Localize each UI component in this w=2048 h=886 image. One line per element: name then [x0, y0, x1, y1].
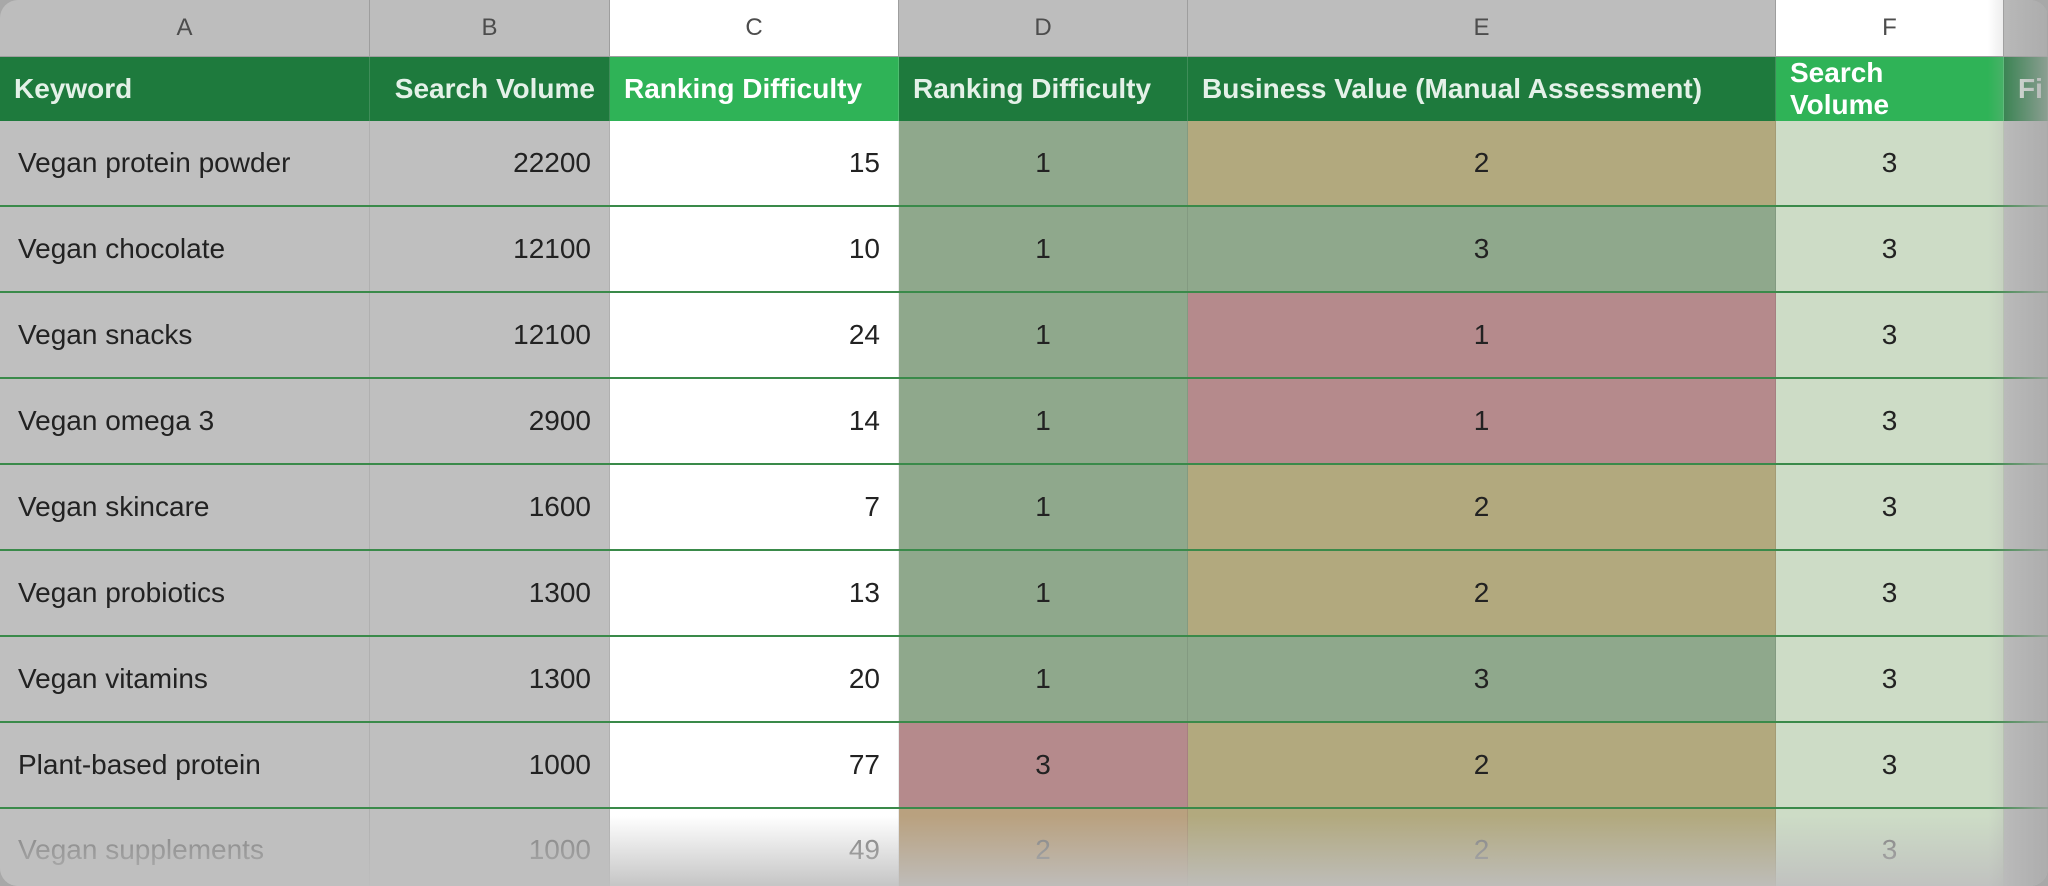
table-row: Vegan snacks1210024113	[0, 293, 2048, 379]
cell-final-partial[interactable]	[2004, 637, 2048, 721]
cell-ranking-diff-score[interactable]: 1	[899, 293, 1188, 377]
cell-ranking-diff-raw[interactable]: 49	[610, 809, 899, 886]
cell-search-volume-score[interactable]: 3	[1776, 207, 2004, 291]
cell-ranking-diff-raw[interactable]: 77	[610, 723, 899, 807]
cell-ranking-diff-raw[interactable]: 15	[610, 121, 899, 205]
col-letter-F[interactable]: F	[1776, 0, 2004, 56]
col-letter-C[interactable]: C	[610, 0, 899, 56]
cell-ranking-diff-raw[interactable]: 10	[610, 207, 899, 291]
cell-business-value[interactable]: 3	[1188, 637, 1776, 721]
table-row: Vegan supplements100049223	[0, 809, 2048, 886]
table-row: Vegan chocolate1210010133	[0, 207, 2048, 293]
cell-search-volume-score[interactable]: 3	[1776, 465, 2004, 549]
cell-final-partial[interactable]	[2004, 121, 2048, 205]
col-letter-B[interactable]: B	[370, 0, 610, 56]
table-row: Vegan vitamins130020133	[0, 637, 2048, 723]
cell-final-partial[interactable]	[2004, 723, 2048, 807]
cell-keyword[interactable]: Vegan chocolate	[0, 207, 370, 291]
cell-search-volume-score[interactable]: 3	[1776, 723, 2004, 807]
cell-keyword[interactable]: Vegan protein powder	[0, 121, 370, 205]
cell-business-value[interactable]: 2	[1188, 809, 1776, 886]
cell-business-value[interactable]: 2	[1188, 121, 1776, 205]
cell-ranking-diff-score[interactable]: 1	[899, 207, 1188, 291]
cell-ranking-diff-score[interactable]: 3	[899, 723, 1188, 807]
header-ranking-difficulty-d[interactable]: Ranking Difficulty	[899, 57, 1188, 121]
cell-search-volume[interactable]: 22200	[370, 121, 610, 205]
header-ranking-difficulty-c[interactable]: Ranking Difficulty	[610, 57, 899, 121]
cell-search-volume[interactable]: 1000	[370, 723, 610, 807]
cell-keyword[interactable]: Vegan vitamins	[0, 637, 370, 721]
column-letter-bar: A B C D E F	[0, 0, 2048, 57]
cell-final-partial[interactable]	[2004, 551, 2048, 635]
table-row: Vegan skincare16007123	[0, 465, 2048, 551]
cell-business-value[interactable]: 2	[1188, 551, 1776, 635]
cell-search-volume[interactable]: 1300	[370, 551, 610, 635]
cell-ranking-diff-raw[interactable]: 20	[610, 637, 899, 721]
header-final-partial[interactable]: Fi	[2004, 57, 2048, 121]
table-row: Vegan omega 3290014113	[0, 379, 2048, 465]
col-letter-A[interactable]: A	[0, 0, 370, 56]
cell-search-volume-score[interactable]: 3	[1776, 637, 2004, 721]
table-row: Vegan protein powder2220015123	[0, 121, 2048, 207]
cell-search-volume[interactable]: 1300	[370, 637, 610, 721]
cell-search-volume[interactable]: 12100	[370, 207, 610, 291]
cell-business-value[interactable]: 2	[1188, 465, 1776, 549]
cell-search-volume[interactable]: 2900	[370, 379, 610, 463]
spreadsheet-viewport: A B C D E F Keyword Search Volume Rankin…	[0, 0, 2048, 886]
cell-ranking-diff-score[interactable]: 1	[899, 465, 1188, 549]
cell-ranking-diff-score[interactable]: 1	[899, 637, 1188, 721]
cell-ranking-diff-score[interactable]: 1	[899, 121, 1188, 205]
col-letter-D[interactable]: D	[899, 0, 1188, 56]
cell-ranking-diff-score[interactable]: 1	[899, 379, 1188, 463]
cell-ranking-diff-raw[interactable]: 13	[610, 551, 899, 635]
header-search-volume[interactable]: Search Volume	[370, 57, 610, 121]
cell-ranking-diff-raw[interactable]: 7	[610, 465, 899, 549]
cell-search-volume[interactable]: 1000	[370, 809, 610, 886]
cell-final-partial[interactable]	[2004, 293, 2048, 377]
cell-final-partial[interactable]	[2004, 809, 2048, 886]
cell-final-partial[interactable]	[2004, 207, 2048, 291]
cell-ranking-diff-score[interactable]: 1	[899, 551, 1188, 635]
rows-container: Vegan protein powder2220015123Vegan choc…	[0, 121, 2048, 886]
cell-ranking-diff-score[interactable]: 2	[899, 809, 1188, 886]
cell-business-value[interactable]: 3	[1188, 207, 1776, 291]
cell-business-value[interactable]: 2	[1188, 723, 1776, 807]
header-keyword[interactable]: Keyword	[0, 57, 370, 121]
cell-search-volume[interactable]: 12100	[370, 293, 610, 377]
cell-search-volume-score[interactable]: 3	[1776, 293, 2004, 377]
cell-ranking-diff-raw[interactable]: 14	[610, 379, 899, 463]
table-row: Plant-based protein100077323	[0, 723, 2048, 809]
cell-business-value[interactable]: 1	[1188, 293, 1776, 377]
cell-final-partial[interactable]	[2004, 465, 2048, 549]
cell-keyword[interactable]: Vegan omega 3	[0, 379, 370, 463]
cell-keyword[interactable]: Vegan supplements	[0, 809, 370, 886]
cell-search-volume[interactable]: 1600	[370, 465, 610, 549]
cell-keyword[interactable]: Vegan snacks	[0, 293, 370, 377]
cell-final-partial[interactable]	[2004, 379, 2048, 463]
cell-ranking-diff-raw[interactable]: 24	[610, 293, 899, 377]
cell-keyword[interactable]: Plant-based protein	[0, 723, 370, 807]
table-row: Vegan probiotics130013123	[0, 551, 2048, 637]
cell-search-volume-score[interactable]: 3	[1776, 379, 2004, 463]
cell-keyword[interactable]: Vegan skincare	[0, 465, 370, 549]
col-letter-E[interactable]: E	[1188, 0, 1776, 56]
cell-keyword[interactable]: Vegan probiotics	[0, 551, 370, 635]
cell-search-volume-score[interactable]: 3	[1776, 809, 2004, 886]
header-search-volume-f[interactable]: Search Volume	[1776, 57, 2004, 121]
col-letter-G-partial[interactable]	[2004, 0, 2048, 56]
cell-search-volume-score[interactable]: 3	[1776, 121, 2004, 205]
header-business-value[interactable]: Business Value (Manual Assessment)	[1188, 57, 1776, 121]
header-row: Keyword Search Volume Ranking Difficulty…	[0, 57, 2048, 121]
cell-business-value[interactable]: 1	[1188, 379, 1776, 463]
cell-search-volume-score[interactable]: 3	[1776, 551, 2004, 635]
